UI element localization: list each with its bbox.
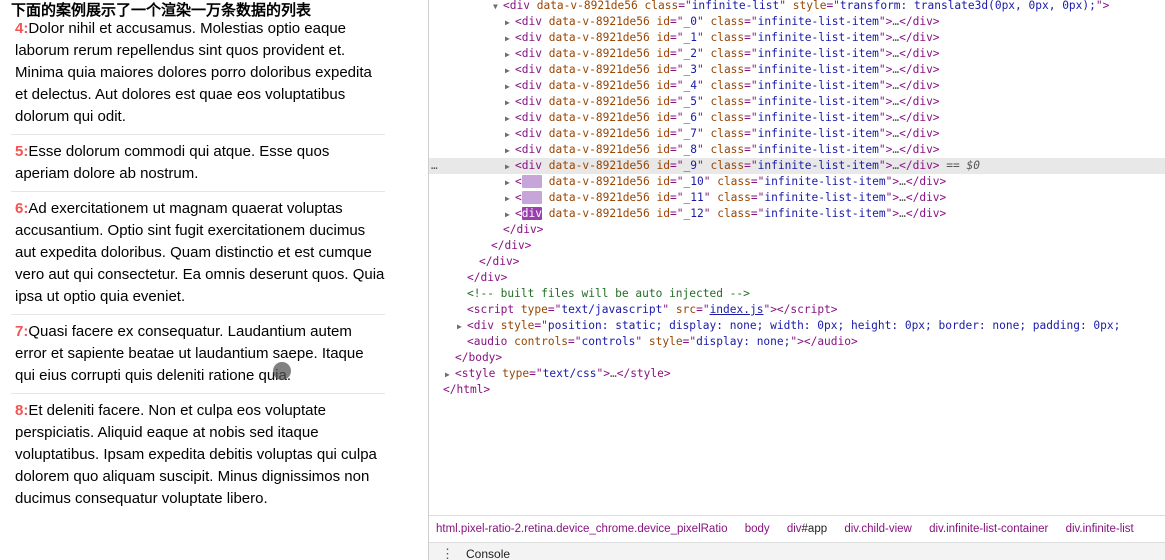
expand-triangle-icon[interactable]: ▶ — [505, 15, 515, 31]
tab-console[interactable]: Console — [466, 543, 510, 560]
tree-node-infinite-list[interactable]: ▼ <div data-v-8921de56 class="infinite-li… — [429, 0, 1165, 14]
expand-triangle-icon[interactable]: ▶ — [505, 63, 515, 79]
breadcrumb-infinite-list[interactable]: div.infinite-list — [1066, 523, 1134, 535]
expand-triangle-icon[interactable]: ▶ — [505, 143, 515, 159]
tree-close-body[interactable]: </body> — [429, 350, 1165, 366]
expand-triangle-icon[interactable]: ▶ — [505, 175, 515, 191]
list-item[interactable]: 7:Quasi facere ex consequatur. Laudantiu… — [11, 315, 385, 394]
expand-triangle-icon[interactable]: ▶ — [505, 127, 515, 143]
tree-close-tag[interactable]: </div> — [429, 254, 1165, 270]
list-item-number: 6: — [15, 200, 29, 217]
tree-close-tag[interactable]: </div> — [429, 222, 1165, 238]
tree-close-html[interactable]: </html> — [429, 382, 1165, 398]
expand-triangle-icon[interactable]: ▶ — [505, 159, 515, 175]
breadcrumb-child-view[interactable]: div.child-view — [844, 523, 912, 535]
tree-node-list-item[interactable]: ▶ <div data-v-8921de56 id="_4" class="inf… — [429, 78, 1165, 94]
script-src-link[interactable]: index.js — [710, 303, 764, 316]
expand-triangle-icon[interactable]: ▶ — [505, 207, 515, 223]
list-item-text: Esse dolorum commodi qui atque. Esse quo… — [15, 143, 330, 182]
list-item-text: Quasi facere ex consequatur. Laudantium … — [15, 323, 364, 384]
tree-node-list-item[interactable]: ▶ <div data-v-8921de56 id="_6" class="inf… — [429, 110, 1165, 126]
breadcrumb-html[interactable]: html.pixel-ratio-2.retina.device_chrome.… — [436, 523, 727, 535]
list-item-text: Ad exercitationem ut magnam quaerat volu… — [15, 200, 385, 305]
drawer-menu-icon[interactable]: ⋮ — [441, 543, 454, 560]
tree-node-list-item[interactable]: ▶ <div data-v-8921de56 id="_8" class="inf… — [429, 142, 1165, 158]
tree-node-list-item[interactable]: ▶ <div data-v-8921de56 id="_11" class="in… — [429, 190, 1165, 206]
tree-node-list-item[interactable]: ▶ <div data-v-8921de56 id="_0" class="inf… — [429, 14, 1165, 30]
list-item-number: 8: — [15, 402, 29, 419]
breadcrumb-list-container[interactable]: div.infinite-list-container — [929, 523, 1048, 535]
tree-node-list-item[interactable]: ▶ <div data-v-8921de56 id="_5" class="inf… — [429, 94, 1165, 110]
expand-triangle-icon[interactable]: ▶ — [505, 47, 515, 63]
tree-node-list-item[interactable]: ▶ <div data-v-8921de56 id="_9" class="inf… — [429, 158, 1165, 174]
list-item-number: 4: — [15, 20, 29, 37]
page-viewport: 下面的案例展示了一个渲染一万条数据的列表 4:Dolor nihil et ac… — [0, 0, 428, 560]
tree-node-style[interactable]: ▶ <style type="text/css">…</style> — [429, 366, 1165, 382]
list-item[interactable]: 6:Ad exercitationem ut magnam quaerat vo… — [11, 192, 385, 315]
expand-triangle-icon[interactable]: ▶ — [457, 319, 467, 335]
more-options-icon[interactable]: … — [431, 159, 438, 172]
tree-close-tag[interactable]: </div> — [429, 270, 1165, 286]
infinite-list[interactable]: 4:Dolor nihil et accusamus. Molestias op… — [11, 20, 385, 516]
list-item-number: 7: — [15, 323, 29, 340]
expand-triangle-icon[interactable]: ▶ — [505, 191, 515, 207]
tree-node-list-item[interactable]: ▶ <div data-v-8921de56 id="_1" class="inf… — [429, 30, 1165, 46]
expand-triangle-icon[interactable]: ▶ — [445, 367, 455, 383]
list-item[interactable]: 4:Dolor nihil et accusamus. Molestias op… — [11, 12, 385, 135]
tree-node-list-item[interactable]: ▶ <div data-v-8921de56 id="_7" class="inf… — [429, 126, 1165, 142]
breadcrumb-app[interactable]: div#app — [787, 523, 827, 535]
list-item[interactable]: 8:Et deleniti facere. Non et culpa eos v… — [11, 394, 385, 516]
expand-triangle-icon[interactable]: ▶ — [505, 31, 515, 47]
devtools-panel: ▼ <div data-v-8921de56 class="infinite-li… — [429, 0, 1165, 560]
expand-triangle-icon[interactable]: ▼ — [493, 0, 503, 15]
elements-tree[interactable]: ▼ <div data-v-8921de56 class="infinite-li… — [429, 0, 1165, 514]
tree-comment[interactable]: <!-- built files will be auto injected -… — [429, 286, 1165, 302]
mouse-cursor-icon — [273, 362, 291, 380]
breadcrumb: html.pixel-ratio-2.retina.device_chrome.… — [429, 515, 1165, 542]
expand-triangle-icon[interactable]: ▶ — [505, 95, 515, 111]
tree-node-list-item[interactable]: ▶ <div data-v-8921de56 id="_10" class="in… — [429, 174, 1165, 190]
list-item-text: Dolor nihil et accusamus. Molestias opti… — [15, 20, 372, 125]
list-item-number: 5: — [15, 143, 29, 160]
breadcrumb-body[interactable]: body — [745, 523, 770, 535]
tree-node-script[interactable]: <script type="text/javascript" src="inde… — [429, 302, 1165, 318]
list-item[interactable]: 5:Esse dolorum commodi qui atque. Esse q… — [11, 135, 385, 192]
list-item-text: Et deleniti facere. Non et culpa eos vol… — [15, 402, 377, 507]
expand-triangle-icon[interactable]: ▶ — [505, 111, 515, 127]
page-title: 下面的案例展示了一个渲染一万条数据的列表 — [11, 1, 316, 21]
expand-triangle-icon[interactable]: ▶ — [505, 79, 515, 95]
tree-node-list-item[interactable]: ▶ <div data-v-8921de56 id="_2" class="inf… — [429, 46, 1165, 62]
tree-node-list-item[interactable]: ▶ <div data-v-8921de56 id="_3" class="inf… — [429, 62, 1165, 78]
tree-close-tag[interactable]: </div> — [429, 238, 1165, 254]
console-drawer: ⋮ Console — [429, 542, 1165, 560]
tree-node-hidden-div[interactable]: ▶ <div style="position: static; display: … — [429, 318, 1165, 334]
tree-node-list-item[interactable]: ▶ <div data-v-8921de56 id="_12" class="in… — [429, 206, 1165, 222]
tree-node-audio[interactable]: <audio controls="controls" style="displa… — [429, 334, 1165, 350]
